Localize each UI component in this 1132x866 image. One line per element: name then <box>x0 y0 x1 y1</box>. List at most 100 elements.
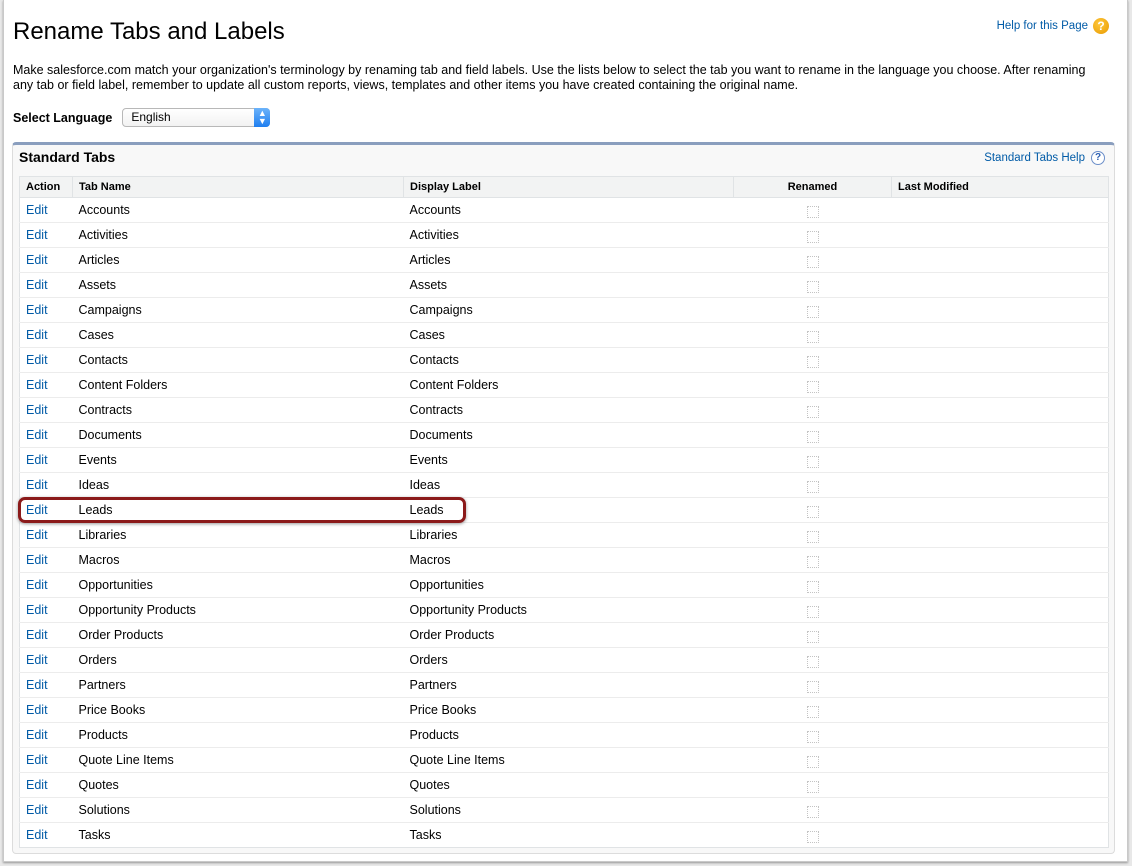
tab-name-cell: Macros <box>72 547 404 573</box>
renamed-cell <box>733 747 892 773</box>
renamed-cell <box>734 823 892 848</box>
tab-name-cell: Campaigns <box>72 297 404 323</box>
display-label-cell: Partners <box>403 672 734 698</box>
edit-link[interactable]: Edit <box>26 503 48 517</box>
renamed-checkbox <box>806 580 819 593</box>
edit-link[interactable]: Edit <box>26 653 48 667</box>
table-row: Edit Content Folders Content Folders <box>19 372 1109 398</box>
edit-link[interactable]: Edit <box>26 603 48 617</box>
edit-link[interactable]: Edit <box>26 378 48 392</box>
display-label-cell: Assets <box>409 278 448 292</box>
edit-link[interactable]: Edit <box>26 278 48 292</box>
edit-link[interactable]: Edit <box>26 478 48 492</box>
standard-tabs-help-link[interactable]: Standard Tabs Help ? <box>984 151 1105 165</box>
page-container: Rename Tabs and Labels Help for this Pag… <box>3 0 1128 862</box>
edit-link[interactable]: Edit <box>26 553 48 567</box>
renamed-checkbox <box>806 530 819 543</box>
tab-name-cell: Assets <box>78 278 117 292</box>
table-row: Edit Quotes Quotes <box>19 772 1109 798</box>
table-row: Edit Opportunity Products Opportunity Prod… <box>19 597 1109 623</box>
tab-name-cell: Ideas <box>78 478 110 492</box>
edit-link[interactable]: Edit <box>26 403 48 417</box>
language-selector-row: Select Language English ▲ ▼ <box>13 108 271 127</box>
renamed-cell <box>733 322 892 348</box>
tab-name-cell: Cases <box>72 322 404 348</box>
tab-name-cell: Orders <box>78 653 117 667</box>
edit-link[interactable]: Edit <box>26 778 48 792</box>
edit-cell: Edit <box>19 747 73 773</box>
edit-link[interactable]: Edit <box>26 353 48 367</box>
renamed-cell <box>733 372 892 398</box>
edit-cell: Edit <box>19 622 73 648</box>
last-modified-cell <box>891 297 1109 323</box>
display-label-cell: Price Books <box>403 697 734 723</box>
edit-link[interactable]: Edit <box>26 428 48 442</box>
panel-help-label: Standard Tabs Help <box>984 152 1085 164</box>
display-label-cell: Macros <box>409 553 451 567</box>
table-row: Edit Leads Leads <box>19 497 1109 523</box>
edit-link[interactable]: Edit <box>26 803 48 817</box>
renamed-checkbox <box>806 755 819 768</box>
column-header-display-label[interactable]: Display Label <box>403 176 734 198</box>
edit-link[interactable]: Edit <box>26 828 48 842</box>
edit-link[interactable]: Edit <box>26 203 48 217</box>
display-label-cell: Leads <box>409 503 444 517</box>
renamed-checkbox <box>806 780 819 793</box>
table-row: Edit Campaigns Campaigns <box>19 297 1109 323</box>
tab-name-cell: Events <box>72 447 404 473</box>
edit-link[interactable]: Edit <box>26 703 48 717</box>
edit-cell: Edit <box>19 447 73 473</box>
edit-cell: Edit <box>19 272 73 298</box>
edit-link[interactable]: Edit <box>26 253 48 267</box>
last-modified-cell <box>891 247 1109 273</box>
tab-name-cell: Contacts <box>78 353 128 367</box>
tab-name-cell: Quote Line Items <box>78 753 174 767</box>
table-row: Edit Solutions Solutions <box>19 797 1109 823</box>
edit-cell: Edit <box>19 422 73 448</box>
last-modified-cell <box>891 497 1109 523</box>
tab-name-cell: Events <box>78 453 117 467</box>
tab-name-cell: Opportunities <box>78 578 153 592</box>
edit-link[interactable]: Edit <box>26 228 48 242</box>
edit-link[interactable]: Edit <box>26 303 48 317</box>
column-header-tab-name[interactable]: Tab Name <box>72 176 404 198</box>
edit-link[interactable]: Edit <box>26 578 48 592</box>
renamed-cell <box>733 647 892 673</box>
renamed-cell <box>733 547 892 573</box>
last-modified-cell <box>891 322 1109 348</box>
last-modified-cell <box>891 347 1109 373</box>
edit-link[interactable]: Edit <box>26 328 48 342</box>
display-label-cell: Cases <box>403 322 734 348</box>
edit-cell: Edit <box>19 497 73 523</box>
edit-link[interactable]: Edit <box>26 728 48 742</box>
language-select[interactable]: English ▲ ▼ <box>122 108 271 127</box>
column-header-renamed[interactable]: Renamed <box>733 176 892 198</box>
edit-link[interactable]: Edit <box>26 678 48 692</box>
display-label-cell: Orders <box>403 647 734 673</box>
renamed-cell <box>733 447 892 473</box>
renamed-cell <box>733 197 892 223</box>
renamed-checkbox <box>806 230 819 243</box>
table-row: Edit Articles Articles <box>19 247 1109 273</box>
column-header-last-modified[interactable]: Last Modified <box>891 176 1109 198</box>
renamed-cell <box>733 672 892 698</box>
edit-cell: Edit <box>19 772 73 798</box>
table-row: Edit Quote Line Items Quote Line Items <box>19 747 1109 773</box>
help-for-this-page-link[interactable]: Help for this Page ? <box>997 18 1109 34</box>
edit-link[interactable]: Edit <box>26 528 48 542</box>
display-label-cell: Contacts <box>409 353 459 367</box>
renamed-checkbox <box>806 480 819 493</box>
display-label-cell: Tasks <box>409 828 442 842</box>
display-label-cell: Quote Line Items <box>409 753 505 767</box>
display-label-cell: Ideas <box>403 472 734 498</box>
renamed-cell <box>733 422 892 448</box>
edit-link[interactable]: Edit <box>26 628 48 642</box>
last-modified-cell <box>891 222 1109 248</box>
last-modified-cell <box>891 672 1109 698</box>
tab-name-cell: Assets <box>72 272 404 298</box>
edit-link[interactable]: Edit <box>26 453 48 467</box>
last-modified-cell <box>891 447 1109 473</box>
edit-link[interactable]: Edit <box>26 753 48 767</box>
last-modified-cell <box>891 597 1109 623</box>
renamed-cell <box>733 597 892 623</box>
